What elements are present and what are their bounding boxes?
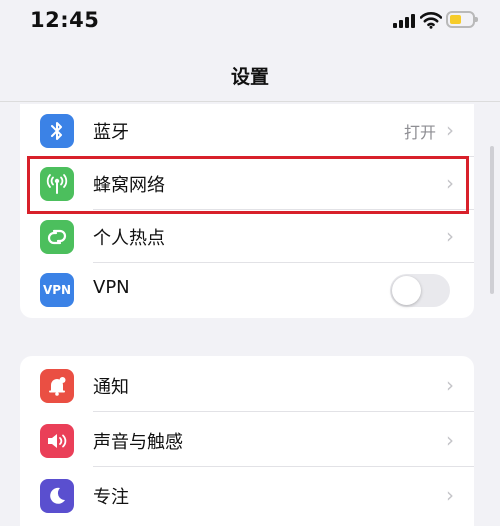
- settings-row-focus[interactable]: 专注 ›: [20, 469, 474, 522]
- battery-icon: [446, 11, 478, 28]
- row-label: 声音与触感: [93, 432, 183, 453]
- page-title: 设置: [230, 66, 269, 88]
- bluetooth-icon: [40, 114, 74, 148]
- settings-row-sounds-haptics[interactable]: 声音与触感 ›: [20, 414, 474, 467]
- cellular-signal-icon: [393, 14, 415, 28]
- row-divider: [93, 411, 474, 412]
- nav-divider: [0, 101, 500, 102]
- notification-bell-icon: [40, 369, 74, 403]
- vpn-toggle[interactable]: [390, 274, 450, 307]
- personal-hotspot-icon: [40, 220, 74, 254]
- moon-icon: [40, 479, 74, 513]
- settings-row-bluetooth[interactable]: 蓝牙 打开 ›: [20, 104, 474, 157]
- settings-row-personal-hotspot[interactable]: 个人热点 ›: [20, 210, 474, 263]
- row-label: 个人热点: [93, 228, 165, 249]
- settings-row-notifications[interactable]: 通知 ›: [20, 359, 474, 412]
- status-bar: 12:45: [0, 0, 500, 46]
- speaker-icon: [40, 424, 74, 458]
- wifi-icon: [420, 12, 442, 29]
- chevron-right-icon: ›: [446, 224, 454, 248]
- highlight-box: [27, 156, 469, 214]
- scroll-indicator: [490, 146, 494, 294]
- row-label: VPN: [93, 277, 130, 298]
- chevron-right-icon: ›: [446, 483, 454, 507]
- row-label: 通知: [93, 377, 129, 398]
- chevron-right-icon: ›: [446, 373, 454, 397]
- settings-row-vpn: VPN VPN: [20, 263, 474, 316]
- vpn-icon: VPN: [40, 273, 74, 307]
- row-divider: [93, 466, 474, 467]
- row-value: 打开: [403, 123, 436, 142]
- chevron-right-icon: ›: [446, 428, 454, 452]
- chevron-right-icon: ›: [446, 118, 454, 142]
- toggle-knob: [392, 276, 421, 305]
- settings-group-notifications: 通知 › 声音与触感 › 专注 ›: [20, 356, 474, 526]
- vpn-icon-text: VPN: [42, 283, 72, 297]
- status-time: 12:45: [30, 8, 100, 32]
- row-label: 蓝牙: [93, 122, 129, 143]
- row-label: 专注: [93, 487, 129, 508]
